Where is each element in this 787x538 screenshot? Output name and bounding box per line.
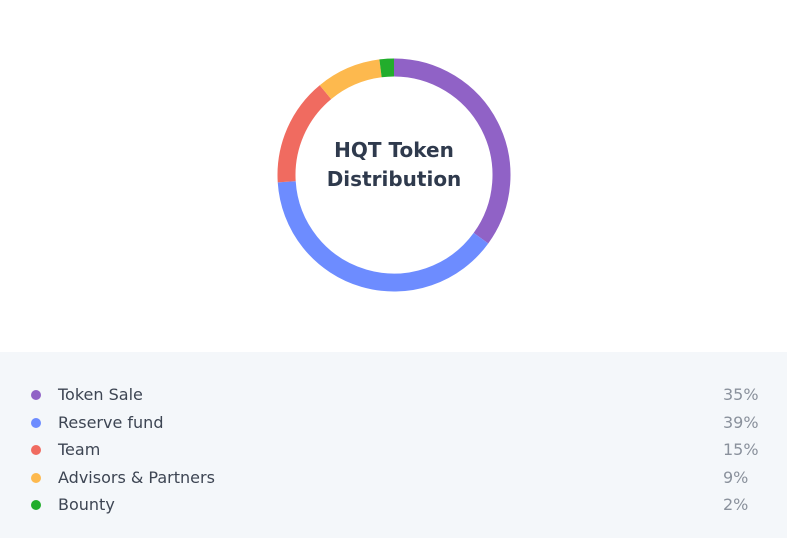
chart-title-line-2: Distribution [326, 167, 462, 191]
chart-title-line-1: HQT Token [334, 138, 454, 162]
legend-value: 35% [723, 385, 759, 404]
legend-item-reserve-fund: Reserve fund 39% [0, 411, 787, 435]
legend-value: 15% [723, 440, 759, 459]
legend-dot-reserve-fund [31, 418, 41, 428]
donut-slice-bounty [379, 58, 395, 78]
legend-dot-advisors-partners [31, 473, 41, 483]
donut-slice-reserve-fund [277, 181, 489, 292]
legend-label: Bounty [58, 495, 115, 514]
legend-value: 9% [723, 468, 749, 487]
legend-value: 39% [723, 413, 759, 432]
legend-item-team: Team 15% [0, 438, 787, 462]
legend-label: Token Sale [58, 385, 143, 404]
legend-label: Advisors & Partners [58, 468, 215, 487]
legend-item-bounty: Bounty 2% [0, 493, 787, 517]
chart-area: HQT Token Distribution [0, 0, 787, 352]
legend-panel: Token Sale 35% Reserve fund 39% Team 15%… [0, 352, 787, 538]
legend-label: Team [58, 440, 101, 459]
legend-value: 2% [723, 495, 749, 514]
legend-dot-token-sale [31, 390, 41, 400]
legend-item-token-sale: Token Sale 35% [0, 383, 787, 407]
legend-label: Reserve fund [58, 413, 164, 432]
legend-dot-team [31, 445, 41, 455]
legend-item-advisors-partners: Advisors & Partners 9% [0, 466, 787, 490]
legend-dot-bounty [31, 500, 41, 510]
donut-slice-advisors-partners [319, 59, 382, 100]
chart-title: HQT Token Distribution [294, 136, 494, 194]
